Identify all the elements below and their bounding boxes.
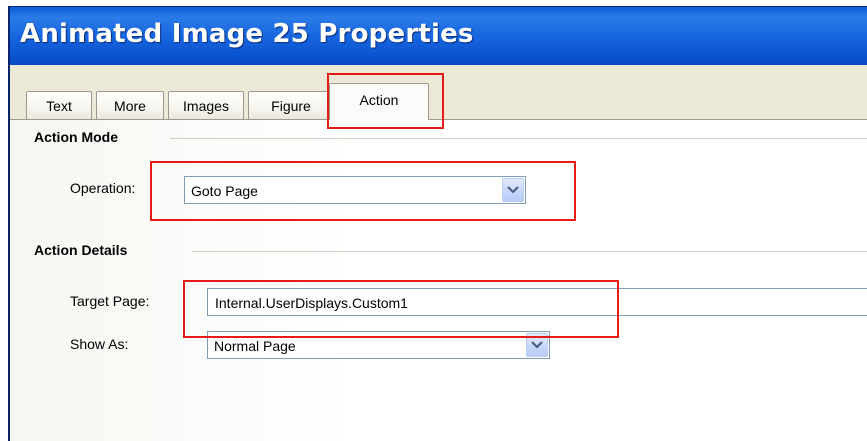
properties-dialog: Animated Image 25 Properties Text More I… bbox=[8, 6, 867, 441]
action-tab-panel: Action Mode Operation: Goto Page Action … bbox=[10, 119, 867, 441]
operation-dropdown[interactable]: Goto Page bbox=[184, 176, 526, 204]
action-details-heading: Action Details bbox=[34, 242, 128, 258]
tab-action[interactable]: Action bbox=[329, 83, 429, 120]
tab-more[interactable]: More bbox=[96, 91, 164, 119]
dialog-client-area: Text More Images Figure Action Action Mo… bbox=[10, 65, 867, 441]
section-divider bbox=[170, 138, 867, 139]
action-mode-heading: Action Mode bbox=[34, 129, 118, 145]
target-page-field[interactable]: Internal.UserDisplays.Custom1 bbox=[207, 288, 867, 316]
show-as-dropdown[interactable]: Normal Page bbox=[207, 331, 550, 359]
target-page-value: Internal.UserDisplays.Custom1 bbox=[215, 295, 408, 311]
window-title: Animated Image 25 Properties bbox=[20, 19, 474, 49]
operation-value: Goto Page bbox=[191, 183, 258, 199]
tab-figure[interactable]: Figure bbox=[248, 91, 334, 119]
tab-strip: Text More Images Figure Action bbox=[10, 79, 867, 120]
chevron-down-icon[interactable] bbox=[502, 178, 524, 202]
section-divider bbox=[192, 251, 867, 252]
operation-label: Operation: bbox=[70, 180, 136, 196]
title-bar[interactable]: Animated Image 25 Properties bbox=[10, 7, 867, 65]
target-page-label: Target Page: bbox=[70, 293, 150, 309]
tab-text[interactable]: Text bbox=[26, 91, 92, 119]
show-as-value: Normal Page bbox=[214, 338, 296, 354]
show-as-label: Show As: bbox=[70, 336, 129, 352]
chevron-down-icon[interactable] bbox=[526, 333, 548, 357]
tab-images[interactable]: Images bbox=[168, 91, 244, 119]
